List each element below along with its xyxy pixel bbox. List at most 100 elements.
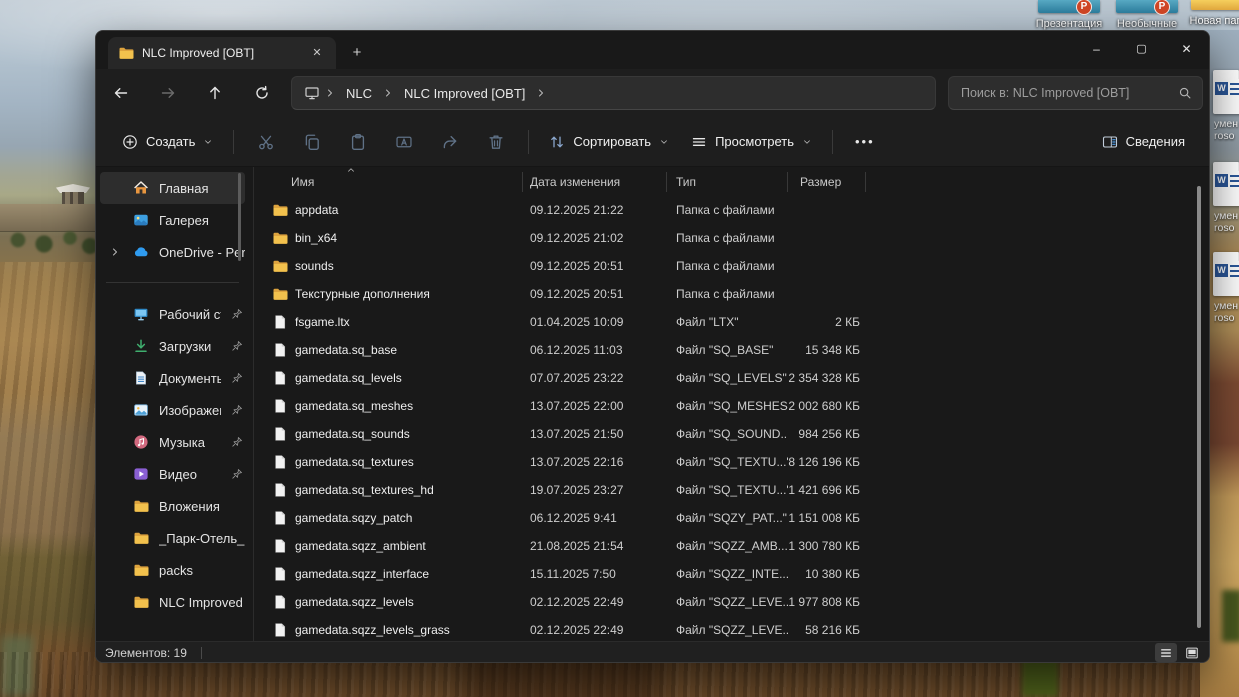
large-icons-view-button[interactable] xyxy=(1181,643,1203,662)
plus-circle-icon xyxy=(122,134,138,150)
sidebar-item-vlozheniya[interactable]: Вложения xyxy=(100,490,245,522)
table-row[interactable]: appdata 09.12.2025 21:22Папка с файлами xyxy=(254,196,1209,224)
chevron-right-icon[interactable] xyxy=(109,246,121,258)
table-row[interactable]: gamedata.sqzz_levels 02.12.2025 22:49Фай… xyxy=(254,588,1209,616)
table-row[interactable]: gamedata.sq_meshes 13.07.2025 22:00Файл … xyxy=(254,392,1209,420)
create-button[interactable]: Создать xyxy=(112,127,223,157)
folder-icon xyxy=(272,258,288,274)
file-list-scrollbar[interactable] xyxy=(1197,186,1201,628)
sidebar-item-pictures[interactable]: Изображени xyxy=(100,394,245,426)
word-doc-label-fragment: roso xyxy=(1214,222,1239,234)
breadcrumb-nlc[interactable]: NLC xyxy=(340,84,378,103)
pin-icon xyxy=(231,404,243,416)
up-button[interactable] xyxy=(198,76,232,110)
address-bar[interactable]: NLC NLC Improved [OBT] xyxy=(291,76,936,110)
table-row[interactable]: gamedata.sq_textures 13.07.2025 22:16Фай… xyxy=(254,448,1209,476)
back-button[interactable] xyxy=(104,76,138,110)
table-row[interactable]: gamedata.sqzy_patch 06.12.2025 9:41Файл … xyxy=(254,504,1209,532)
tab-nlc-improved[interactable]: NLC Improved [OBT] ✕ xyxy=(108,37,336,69)
downloads-icon xyxy=(133,338,149,354)
sidebar-item-desktop[interactable]: Рабочий сто xyxy=(100,298,245,330)
home-icon xyxy=(133,180,149,196)
table-row[interactable]: fsgame.ltx 01.04.2025 10:09Файл "LTX"2 К… xyxy=(254,308,1209,336)
share-button[interactable] xyxy=(431,125,469,159)
table-row[interactable]: gamedata.sqzz_levels_grass 02.12.2025 22… xyxy=(254,616,1209,641)
details-view-button[interactable] xyxy=(1155,643,1177,662)
word-doc-label-fragment: умен xyxy=(1214,300,1239,312)
close-button[interactable]: ✕ xyxy=(1164,31,1209,67)
content-area: Главная Галерея OneDrive - Pers Рабочий … xyxy=(96,167,1209,641)
column-header-name[interactable]: Имя xyxy=(254,172,523,192)
folder-icon xyxy=(133,498,149,514)
delete-button[interactable] xyxy=(477,125,515,159)
sidebar-item-park-otel[interactable]: _Парк-Отель_К xyxy=(100,522,245,554)
view-label: Просмотреть xyxy=(715,134,794,149)
chevron-right-icon xyxy=(324,87,336,99)
refresh-button[interactable] xyxy=(245,76,279,110)
table-row[interactable]: gamedata.sqzz_interface 15.11.2025 7:50Ф… xyxy=(254,560,1209,588)
word-doc-label-fragment: roso xyxy=(1214,130,1239,142)
tab-title: NLC Improved [OBT] xyxy=(142,46,300,60)
sidebar-item-onedrive[interactable]: OneDrive - Pers xyxy=(100,236,245,268)
search-icon[interactable] xyxy=(1178,86,1192,100)
sort-button[interactable]: Сортировать xyxy=(539,127,679,157)
sidebar-item-packs[interactable]: packs xyxy=(100,554,245,586)
forward-button[interactable] xyxy=(151,76,185,110)
folder-icon xyxy=(1191,0,1239,10)
minimize-button[interactable]: – xyxy=(1074,31,1119,67)
this-pc-icon[interactable] xyxy=(304,85,320,101)
word-doc-lines xyxy=(1230,265,1239,277)
details-label: Сведения xyxy=(1126,134,1185,149)
desktop-icon-neobychnye[interactable]: P Необычные xyxy=(1110,0,1184,30)
table-row[interactable]: Текстурные дополнения 09.12.2025 20:51Па… xyxy=(254,280,1209,308)
tab-close-button[interactable]: ✕ xyxy=(308,44,326,62)
sidebar-scrollbar[interactable] xyxy=(238,173,241,261)
sidebar-item-home[interactable]: Главная xyxy=(100,172,245,204)
navigation-pane: Главная Галерея OneDrive - Pers Рабочий … xyxy=(96,167,254,641)
file-icon xyxy=(272,566,288,582)
search-box xyxy=(948,76,1203,110)
new-tab-button[interactable]: + xyxy=(342,39,372,67)
table-row[interactable]: gamedata.sq_sounds 13.07.2025 21:50Файл … xyxy=(254,420,1209,448)
sidebar-item-music[interactable]: Музыка xyxy=(100,426,245,458)
desktop-icon-word-document[interactable]: W xyxy=(1213,70,1239,114)
folder-icon xyxy=(133,530,149,546)
word-doc-label-fragment: умен xyxy=(1214,118,1239,130)
table-row[interactable]: gamedata.sq_levels 07.07.2025 23:22Файл … xyxy=(254,364,1209,392)
breadcrumb-nlc-improved[interactable]: NLC Improved [OBT] xyxy=(398,84,531,103)
table-row[interactable]: gamedata.sq_textures_hd 19.07.2025 23:27… xyxy=(254,476,1209,504)
more-options-button[interactable]: ••• xyxy=(843,127,887,156)
powerpoint-badge-icon: P xyxy=(1076,0,1092,15)
powerpoint-file-icon: P xyxy=(1038,0,1100,13)
copy-button[interactable] xyxy=(293,125,331,159)
sidebar-item-nlc-improved[interactable]: NLC Improved [ xyxy=(100,586,245,618)
table-row[interactable]: gamedata.sqzz_ambient 21.08.2025 21:54Фа… xyxy=(254,532,1209,560)
rename-button[interactable] xyxy=(385,125,423,159)
sidebar-item-documents[interactable]: Документы xyxy=(100,362,245,394)
sort-ascending-icon xyxy=(346,167,356,175)
desktop-icon-presentation[interactable]: P Презентация xyxy=(1032,0,1106,30)
view-button[interactable]: Просмотреть xyxy=(681,127,822,157)
chevron-right-icon xyxy=(535,87,547,99)
paste-button[interactable] xyxy=(339,125,377,159)
powerpoint-file-icon: P xyxy=(1116,0,1178,13)
desktop-icon-new-folder[interactable]: Новая пап xyxy=(1186,0,1239,27)
sidebar-item-videos[interactable]: Видео xyxy=(100,458,245,490)
column-header-size[interactable]: Размер xyxy=(788,172,866,192)
table-row[interactable]: bin_x64 09.12.2025 21:02Папка с файлами xyxy=(254,224,1209,252)
table-row[interactable]: gamedata.sq_base 06.12.2025 11:03Файл "S… xyxy=(254,336,1209,364)
sidebar-item-gallery[interactable]: Галерея xyxy=(100,204,245,236)
column-header-type[interactable]: Тип xyxy=(667,172,788,192)
desktop-icon-word-document[interactable]: W xyxy=(1213,252,1239,296)
desktop-icon-word-document[interactable]: W xyxy=(1213,162,1239,206)
file-icon xyxy=(272,342,288,358)
sidebar-item-downloads[interactable]: Загрузки xyxy=(100,330,245,362)
details-pane-icon xyxy=(1102,134,1118,150)
file-icon xyxy=(272,482,288,498)
column-header-date[interactable]: Дата изменения xyxy=(523,172,667,192)
details-pane-button[interactable]: Сведения xyxy=(1094,127,1193,157)
cut-button[interactable] xyxy=(247,125,285,159)
search-input[interactable] xyxy=(961,86,1178,100)
maximize-button[interactable]: ▢ xyxy=(1119,31,1164,67)
table-row[interactable]: sounds 09.12.2025 20:51Папка с файлами xyxy=(254,252,1209,280)
